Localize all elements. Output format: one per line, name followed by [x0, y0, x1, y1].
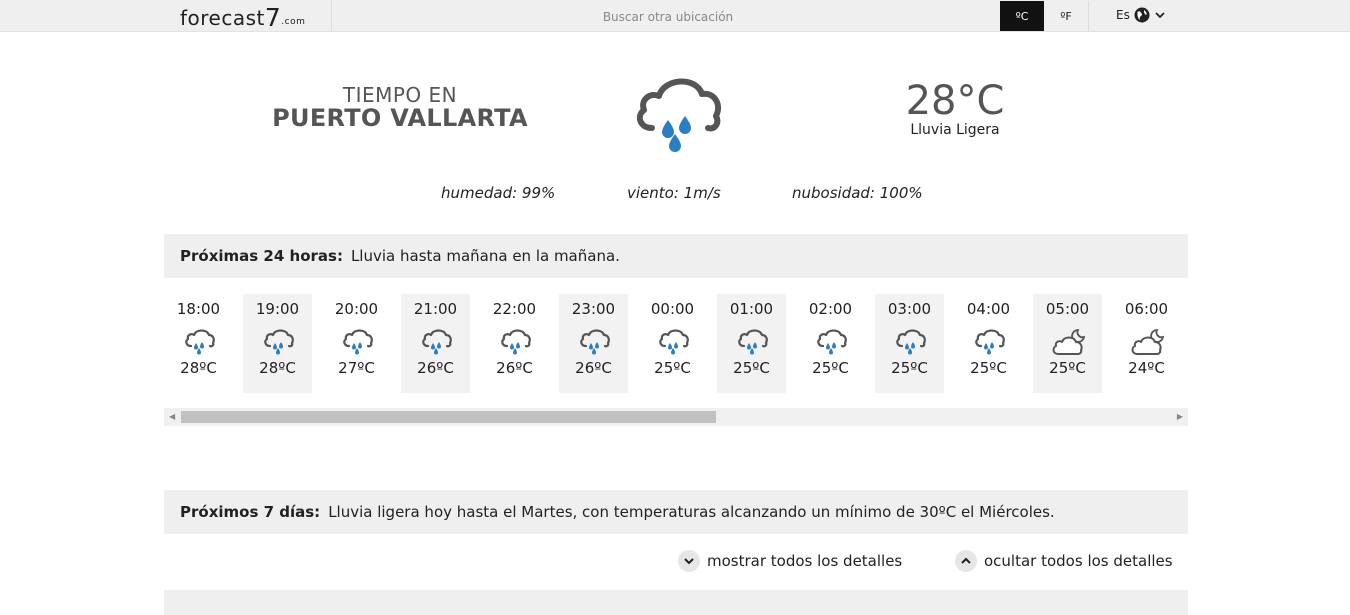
hour-item: 06:00 24ºC — [1112, 294, 1181, 393]
hour-item: 23:00 26ºC — [559, 294, 628, 393]
hour-temperature: 24ºC — [1128, 359, 1165, 377]
hour-item: 18:00 28ºC — [164, 294, 233, 393]
hour-temperature: 25ºC — [970, 359, 1007, 377]
scroll-thumb[interactable] — [181, 411, 716, 423]
cloud-moon-icon — [1130, 326, 1164, 358]
logo-suffix: .com — [281, 17, 306, 27]
current-condition: Lluvia Ligera — [910, 122, 1000, 138]
hour-temperature: 25ºC — [1049, 359, 1086, 377]
hour-time: 22:00 — [492, 300, 537, 318]
hour-temperature: 27ºC — [338, 359, 375, 377]
scroll-right-arrow-icon[interactable]: ▶ — [1177, 412, 1183, 421]
hourly-scrollbar[interactable]: ◀ ▶ — [164, 408, 1188, 426]
hour-temperature: 25ºC — [733, 359, 770, 377]
hour-time: 02:00 — [808, 300, 853, 318]
hour-time: 00:00 — [650, 300, 695, 318]
hourly-forecast[interactable]: 18:00 28ºC 19:00 28ºC 20:00 27ºC 21:00 26ºC 22:0… — [164, 294, 1188, 394]
hour-time: 20:00 — [334, 300, 379, 318]
next-7-days-summary: Lluvia ligera hoy hasta el Martes, con t… — [328, 503, 1055, 521]
hour-item: 19:00 28ºC — [243, 294, 312, 393]
day-forecast-row[interactable] — [164, 590, 1188, 615]
show-all-details-label: mostrar todos los detalles — [707, 552, 903, 570]
cloud-rain-icon — [261, 326, 295, 358]
hour-item: 04:00 25ºC — [954, 294, 1023, 393]
cloud-rain-icon — [577, 326, 611, 358]
logo-seven: 7 — [264, 3, 282, 32]
hour-time: 03:00 — [887, 300, 932, 318]
hour-item: 00:00 25ºC — [638, 294, 707, 393]
hide-all-details-label: ocultar todos los detalles — [984, 552, 1173, 570]
hour-time: 06:00 — [1124, 300, 1169, 318]
cloud-rain-icon — [972, 326, 1006, 358]
cloud-rain-icon — [656, 326, 690, 358]
hour-temperature: 28ºC — [180, 359, 217, 377]
hour-time: 04:00 — [966, 300, 1011, 318]
next-7-days-bar: Próximos 7 días: Lluvia ligera hoy hasta… — [164, 490, 1188, 534]
chevron-down-icon — [678, 550, 700, 572]
cloud-rain-icon — [419, 326, 453, 358]
hour-item: 03:00 25ºC — [875, 294, 944, 393]
chevron-up-icon — [955, 550, 977, 572]
hour-item: 21:00 26ºC — [401, 294, 470, 393]
hour-time: 05:00 — [1045, 300, 1090, 318]
site-logo[interactable]: forecast 7 .com — [180, 2, 330, 30]
hour-item: 05:00 25ºC — [1033, 294, 1102, 393]
hour-temperature: 25ºC — [654, 359, 691, 377]
current-conditions: 28°C Lluvia Ligera — [880, 80, 1030, 138]
language-label: Es — [1116, 8, 1130, 22]
next-24-hours-bar: Próximas 24 horas: Lluvia hasta mañana e… — [164, 234, 1188, 278]
cloud-moon-icon — [1051, 326, 1085, 358]
globe-icon — [1134, 7, 1150, 23]
hour-temperature: 25ºC — [812, 359, 849, 377]
cloudiness: nubosidad: 100% — [792, 184, 923, 202]
hour-item: 22:00 26ºC — [480, 294, 549, 393]
cloud-rain-icon — [498, 326, 532, 358]
hour-time: 23:00 — [571, 300, 616, 318]
celsius-button[interactable]: ºC — [1000, 1, 1044, 31]
hour-item: 02:00 25ºC — [796, 294, 865, 393]
cloud-rain-icon — [735, 326, 769, 358]
location-title-prefix: TIEMPO EN — [342, 83, 458, 107]
hour-temperature: 26ºC — [417, 359, 454, 377]
logo-text: forecast — [180, 6, 265, 30]
location-title: TIEMPO EN PUERTO VALLARTA — [250, 84, 550, 130]
hour-temperature: 28ºC — [259, 359, 296, 377]
cloud-rain-icon — [636, 78, 722, 152]
show-all-details-button[interactable]: mostrar todos los detalles — [678, 550, 902, 572]
chevron-down-icon — [1155, 12, 1165, 19]
hour-item: 20:00 27ºC — [322, 294, 391, 393]
cloud-rain-icon — [182, 326, 216, 358]
hide-all-details-button[interactable]: ocultar todos los detalles — [955, 550, 1173, 572]
humidity: humedad: 99% — [441, 184, 556, 202]
next-7-days-label: Próximos 7 días: — [180, 503, 321, 521]
hour-time: 01:00 — [729, 300, 774, 318]
hour-time: 18:00 — [176, 300, 221, 318]
next-24-hours-summary: Lluvia hasta mañana en la mañana. — [350, 247, 620, 265]
location-search-input[interactable] — [332, 0, 1004, 33]
hour-item: 01:00 25ºC — [717, 294, 786, 393]
next-24-hours-label: Próximas 24 horas: — [180, 247, 343, 265]
hour-time: 21:00 — [413, 300, 458, 318]
cloud-rain-icon — [893, 326, 927, 358]
cloud-rain-icon — [340, 326, 374, 358]
language-selector[interactable]: Es — [1116, 7, 1166, 23]
hour-temperature: 26ºC — [575, 359, 612, 377]
current-temperature: 28°C — [905, 78, 1005, 124]
top-bar: forecast7.com ºC ºF Es — [0, 0, 1350, 33]
wind: viento: 1m/s — [627, 184, 721, 202]
hour-time: 19:00 — [255, 300, 300, 318]
scroll-left-arrow-icon[interactable]: ◀ — [169, 412, 175, 421]
hour-temperature: 25ºC — [891, 359, 928, 377]
hour-temperature: 26ºC — [496, 359, 533, 377]
location-name: PUERTO VALLARTA — [272, 104, 528, 132]
cloud-rain-icon — [814, 326, 848, 358]
fahrenheit-button[interactable]: ºF — [1044, 1, 1089, 31]
